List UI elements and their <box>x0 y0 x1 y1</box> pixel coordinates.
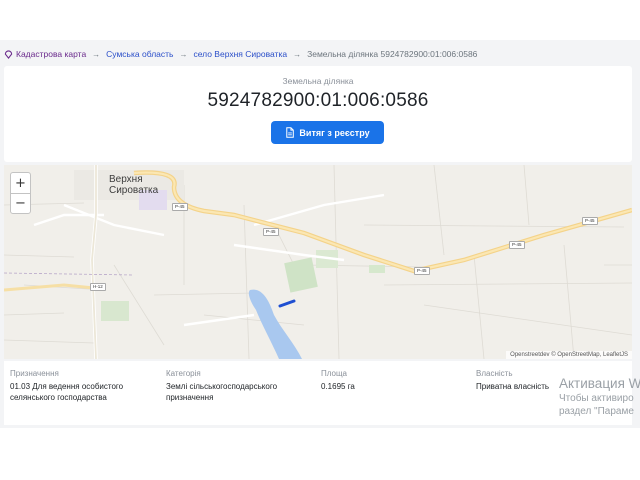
area-value: 0.1695 га <box>321 382 355 391</box>
parcel-header-card: Земельна ділянка 5924782900:01:006:0586 … <box>4 66 632 162</box>
zoom-out-button[interactable]: − <box>11 193 30 213</box>
breadcrumb-link-region[interactable]: Сумська область <box>106 49 173 59</box>
road-label: P-45 <box>172 203 188 211</box>
area-field: Площа 0.1695 га <box>321 369 471 392</box>
village-label: Верхня Сироватка <box>109 174 159 196</box>
category-label: Категорія <box>166 369 201 378</box>
breadcrumb-current: Земельна ділянка 5924782900:01:006:0586 <box>307 49 478 59</box>
breadcrumb-link-cadastral-map[interactable]: Кадастрова карта <box>16 49 86 59</box>
breadcrumb-separator: → <box>293 49 302 59</box>
road-label: P-45 <box>509 241 525 249</box>
area-label: Площа <box>321 369 347 378</box>
cadastral-map[interactable]: + − Верхня Сироватка P-45 P-45 P-45 P-45… <box>4 165 632 359</box>
parcel-details: Призначення 01.03 Для ведення особистого… <box>4 361 632 425</box>
map-attribution[interactable]: Openstreetdev © OpenStreetMap, LeafletJS <box>506 351 632 359</box>
ownership-label: Власність <box>476 369 513 378</box>
breadcrumb: Кадастрова карта → Сумська область → сел… <box>4 44 636 64</box>
parcel-type-label: Земельна ділянка <box>282 76 354 86</box>
document-icon <box>286 127 295 138</box>
road-label: P-45 <box>263 228 279 236</box>
road-label: H-12 <box>90 283 106 291</box>
purpose-value: 01.03 Для ведення особистого селянського… <box>10 382 124 402</box>
cadastral-number-title: 5924782900:01:006:0586 <box>207 90 429 111</box>
category-field: Категорія Землі сільськогосподарського п… <box>166 369 316 403</box>
map-pin-icon <box>4 49 13 59</box>
purpose-field: Призначення 01.03 Для ведення особистого… <box>10 369 160 403</box>
registry-extract-button[interactable]: Витяг з реєстру <box>271 121 384 144</box>
breadcrumb-link-village[interactable]: село Верхня Сироватка <box>193 49 287 59</box>
selected-parcel[interactable] <box>278 299 296 308</box>
road-label: P-45 <box>582 217 598 225</box>
category-value: Землі сільськогосподарського призначення <box>166 382 278 402</box>
map-tiles <box>4 165 632 359</box>
road-label: P-45 <box>414 267 430 275</box>
registry-extract-label: Витяг з реєстру <box>299 127 370 138</box>
ownership-field: Власність Приватна власність <box>476 369 626 392</box>
zoom-control: + − <box>10 172 31 214</box>
breadcrumb-separator: → <box>92 49 101 59</box>
breadcrumb-separator: → <box>179 49 188 59</box>
ownership-value: Приватна власність <box>476 382 550 391</box>
zoom-in-button[interactable]: + <box>11 173 30 193</box>
purpose-label: Призначення <box>10 369 59 378</box>
